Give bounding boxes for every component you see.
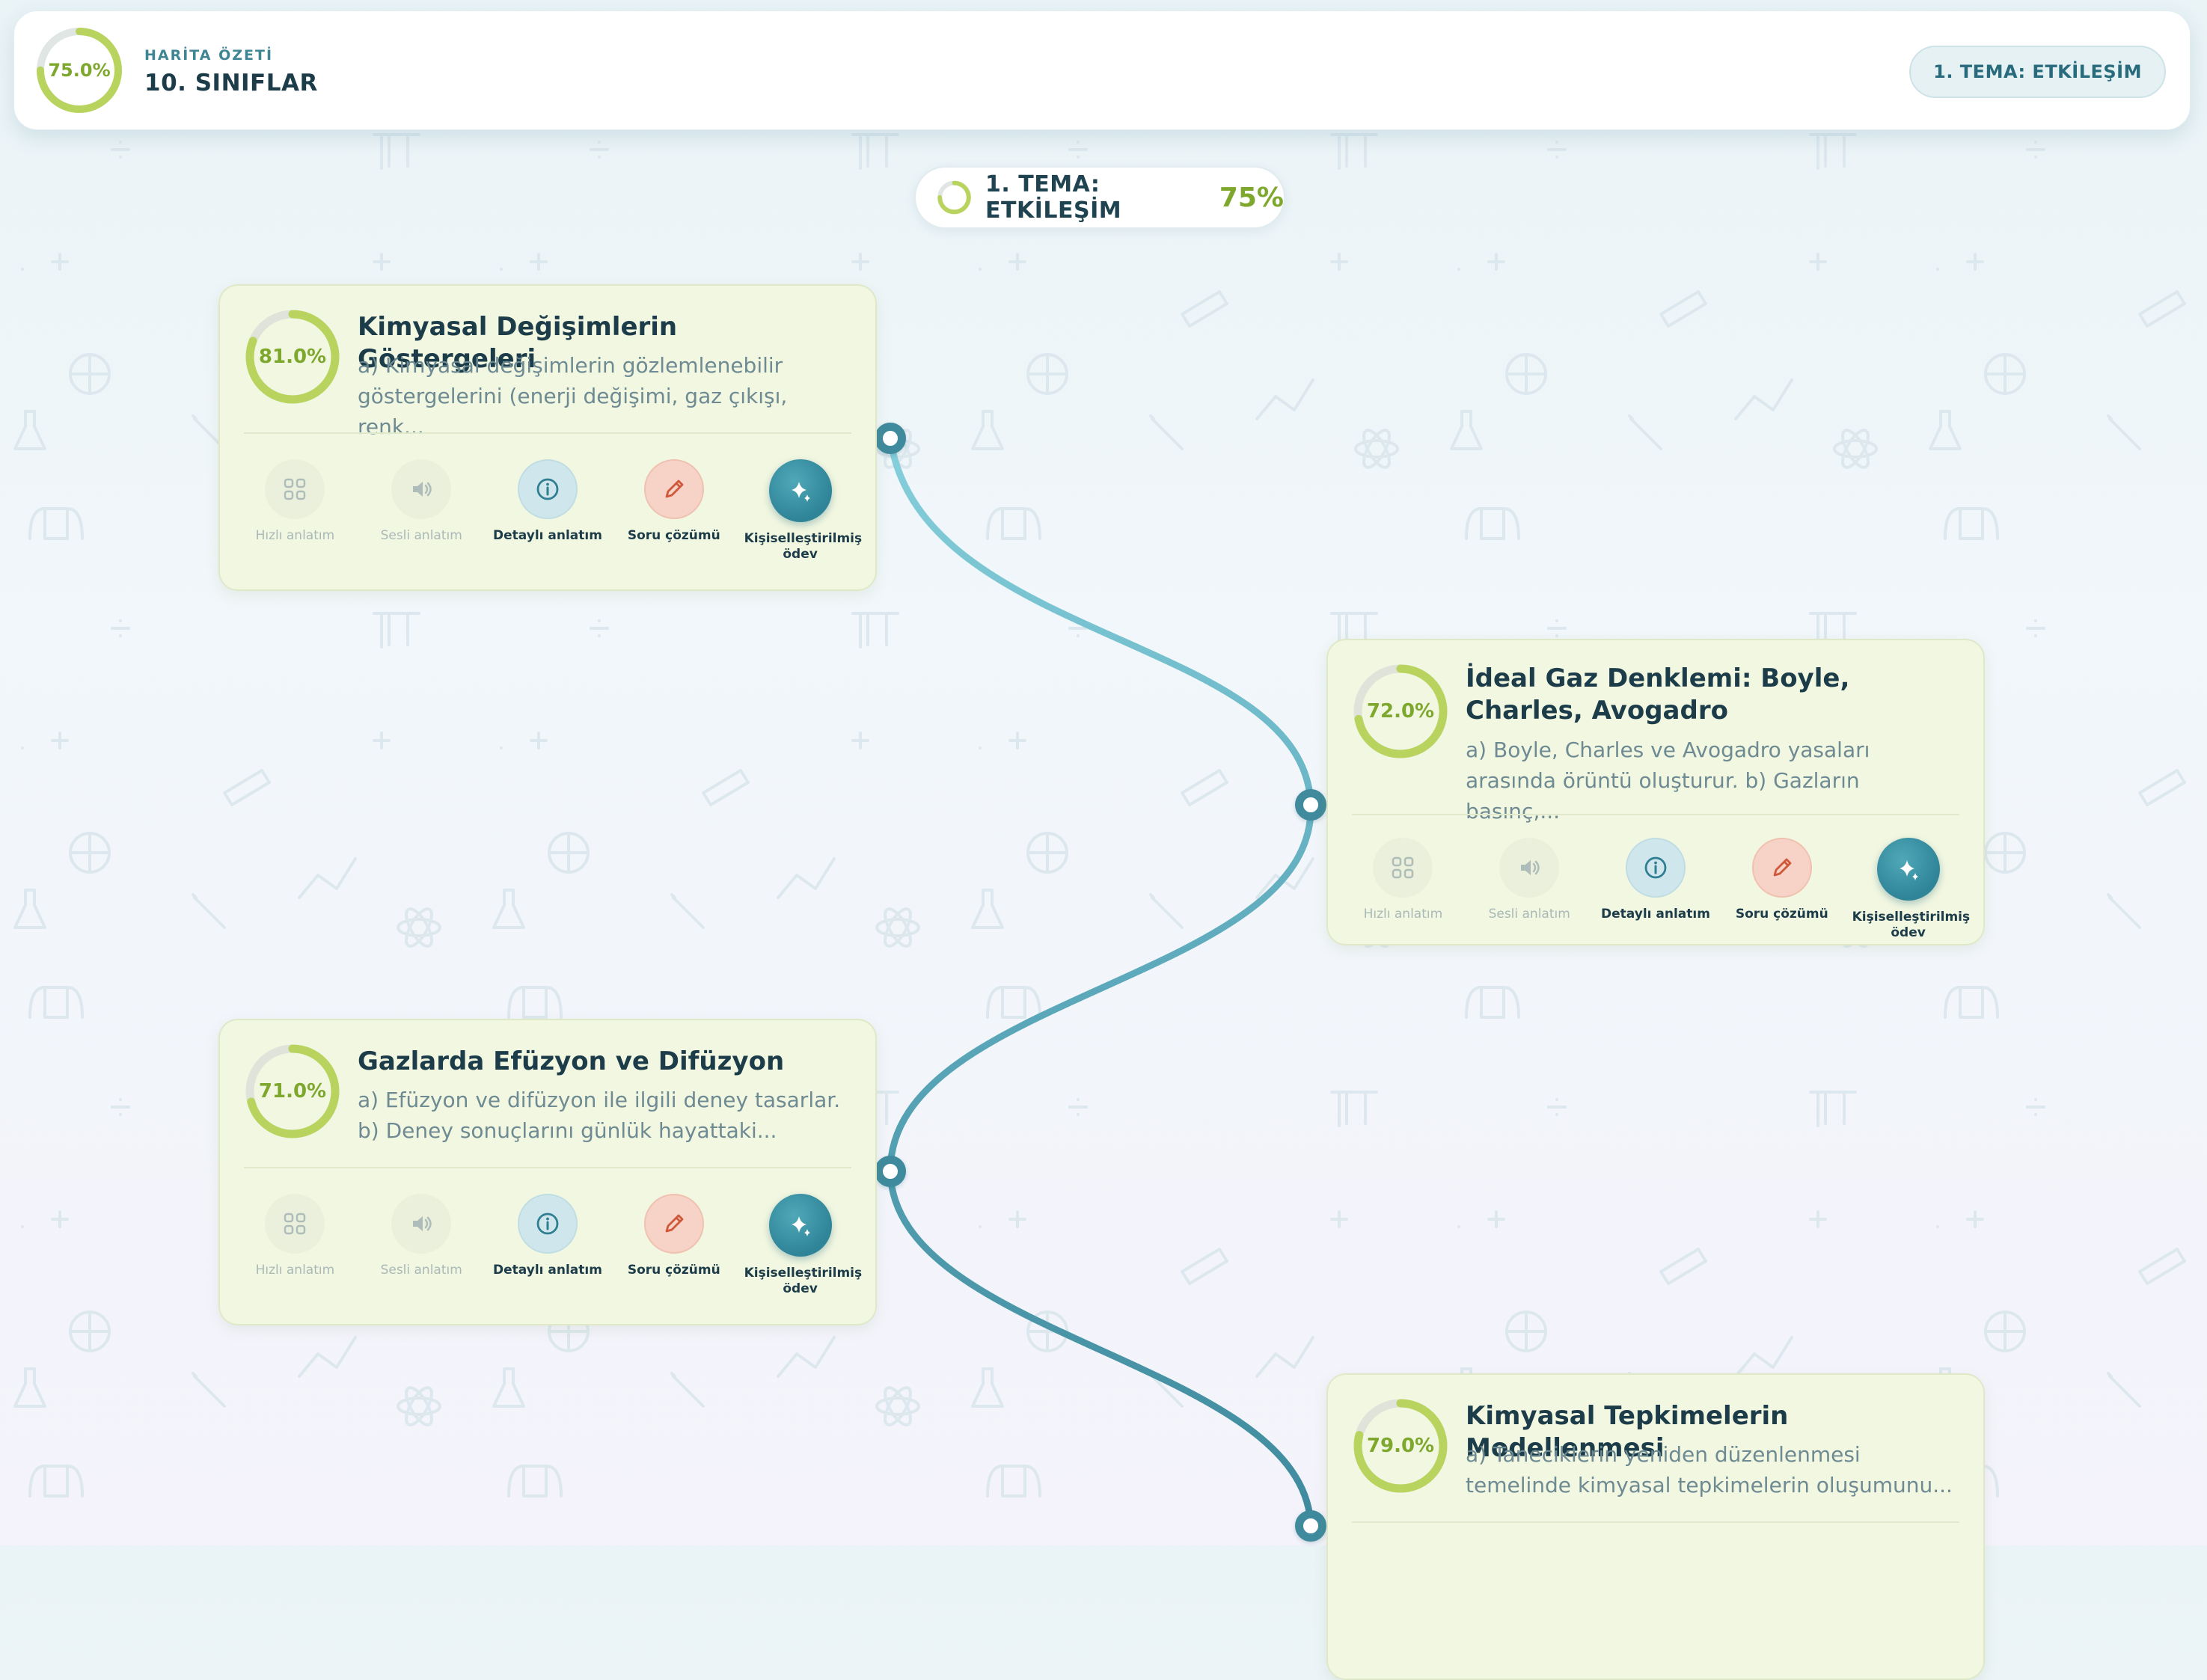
question-solving-button[interactable]: Soru çözümü [610, 1194, 737, 1313]
lesson-progress-ring: 79.0% [1352, 1397, 1449, 1494]
action-label: Sesli anlatım [380, 1263, 462, 1278]
pencil-icon [665, 1214, 684, 1233]
map-summary-header: 75.0% HARİTA ÖZETİ 10. SINIFLAR 1. TEMA:… [13, 10, 2191, 130]
detailed-explanation-button[interactable]: Detaylı anlatım [485, 1194, 611, 1313]
action-label: Kişiselleştirilmiş ödev [744, 531, 863, 562]
lesson-title: İdeal Gaz Denklemi: Boyle, Charles, Avog… [1466, 663, 1850, 726]
speaker-icon [413, 482, 432, 497]
quick-explanation-button[interactable]: Hızlı anlatım [232, 459, 358, 579]
lesson-description-line: arasında örüntü oluşturur. b) Gazların b… [1466, 768, 1860, 824]
action-label: Hızlı anlatım [1363, 907, 1443, 922]
lesson-actions: Hızlı anlatım Sesli anlatım Detaylı anla… [232, 459, 863, 579]
card-divider [244, 432, 851, 434]
action-label: Hızlı anlatım [255, 1263, 335, 1278]
sparkle-icon [791, 482, 810, 502]
action-label: Soru çözümü [1735, 907, 1828, 922]
theme-progress-chip[interactable]: 1. TEMA: ETKİLEŞİM 75% [914, 166, 1285, 229]
theme-title: 1. TEMA: ETKİLEŞİM [985, 171, 1122, 224]
page-title: 10. SINIFLAR [144, 70, 318, 96]
lesson-actions: Hızlı anlatım Sesli anlatım Detaylı anla… [1340, 838, 1971, 944]
lesson-progress-label: 71.0% [258, 1080, 327, 1103]
info-icon [1644, 856, 1667, 879]
question-solving-button[interactable]: Soru çözümü [1718, 838, 1845, 944]
lesson-card[interactable]: 72.0% İdeal Gaz Denklemi: Boyle, Charles… [1326, 639, 1985, 945]
action-label: Soru çözümü [627, 528, 720, 543]
grid-icon [1392, 856, 1414, 879]
info-icon [536, 478, 559, 500]
lesson-card[interactable]: 79.0% Kimyasal Tepkimelerin Modellenmesi… [1326, 1373, 1985, 1680]
theme-button[interactable]: 1. TEMA: ETKİLEŞİM [1909, 46, 2166, 98]
sparkle-icon [791, 1216, 810, 1236]
theme-progress-ring [937, 180, 971, 215]
path-node-4 [1295, 1510, 1326, 1542]
action-label: Detaylı anlatım [1601, 907, 1710, 922]
action-label: Sesli anlatım [1488, 907, 1570, 922]
action-label: Hızlı anlatım [255, 528, 335, 543]
grid-icon [284, 478, 306, 500]
lesson-progress-ring: 71.0% [244, 1043, 341, 1140]
lesson-description-line: a) Kimyasal değişimlerin gözlemlenebilir [358, 353, 783, 378]
overall-progress-label: 75.0% [48, 60, 111, 81]
audio-explanation-button[interactable]: Sesli anlatım [358, 459, 485, 579]
lesson-card[interactable]: 71.0% Gazlarda Efüzyon ve Difüzyon a) Ef… [218, 1019, 877, 1325]
lesson-card[interactable]: 81.0% Kimyasal Değişimlerin Göstergeleri… [218, 284, 877, 591]
lesson-actions: Hızlı anlatım Sesli anlatım Detaylı anla… [232, 1194, 863, 1313]
lesson-description-line: b) Deney sonuçlarını günlük hayattaki... [358, 1118, 777, 1143]
path-node-2 [1295, 789, 1326, 821]
action-label: Detaylı anlatım [493, 1263, 602, 1278]
action-label: Detaylı anlatım [493, 528, 602, 543]
action-label: Kişiselleştirilmiş ödev [744, 1266, 863, 1296]
info-icon [536, 1213, 559, 1235]
overall-progress-ring: 75.0% [35, 26, 123, 114]
question-solving-button[interactable]: Soru çözümü [610, 459, 737, 579]
detailed-explanation-button[interactable]: Detaylı anlatım [485, 459, 611, 579]
sparkle-icon [1899, 860, 1918, 880]
speaker-icon [413, 1216, 432, 1231]
speaker-icon [1521, 860, 1540, 875]
card-divider [1352, 1521, 1959, 1523]
card-divider [244, 1167, 851, 1168]
audio-explanation-button[interactable]: Sesli anlatım [1466, 838, 1593, 944]
action-label: Sesli anlatım [380, 528, 462, 543]
theme-percent: 75% [1219, 182, 1284, 213]
lesson-progress-ring: 81.0% [244, 308, 341, 405]
lesson-progress-label: 81.0% [258, 346, 327, 368]
pencil-icon [665, 479, 684, 498]
lesson-description-line: a) Efüzyon ve difüzyon ile ilgili deney … [358, 1088, 841, 1112]
lesson-description-line: a) Boyle, Charles ve Avogadro yasaları [1466, 738, 1870, 762]
audio-explanation-button[interactable]: Sesli anlatım [358, 1194, 485, 1313]
lesson-progress-label: 72.0% [1366, 700, 1435, 723]
lesson-title: Gazlarda Efüzyon ve Difüzyon [358, 1046, 785, 1076]
grid-icon [284, 1213, 306, 1235]
action-label: Kişiselleştirilmiş ödev [1852, 910, 1971, 940]
personalized-homework-button[interactable]: Kişiselleştirilmiş ödev [1845, 838, 1971, 944]
lesson-description-line: temelinde kimyasal tepkimelerin oluşumun… [1466, 1473, 1953, 1497]
action-label: Soru çözümü [627, 1263, 720, 1278]
path-node-3 [875, 1156, 906, 1187]
header-eyebrow: HARİTA ÖZETİ [144, 47, 274, 64]
lesson-description-line: a) Taneciklerin yeniden düzenlenmesi [1466, 1442, 1861, 1467]
lesson-progress-ring: 72.0% [1352, 663, 1449, 760]
personalized-homework-button[interactable]: Kişiselleştirilmiş ödev [737, 459, 863, 579]
path-node-1 [875, 423, 906, 454]
pencil-icon [1773, 858, 1792, 877]
card-divider [1352, 814, 1959, 815]
detailed-explanation-button[interactable]: Detaylı anlatım [1593, 838, 1719, 944]
quick-explanation-button[interactable]: Hızlı anlatım [232, 1194, 358, 1313]
quick-explanation-button[interactable]: Hızlı anlatım [1340, 838, 1466, 944]
personalized-homework-button[interactable]: Kişiselleştirilmiş ödev [737, 1194, 863, 1313]
lesson-progress-label: 79.0% [1366, 1435, 1435, 1457]
